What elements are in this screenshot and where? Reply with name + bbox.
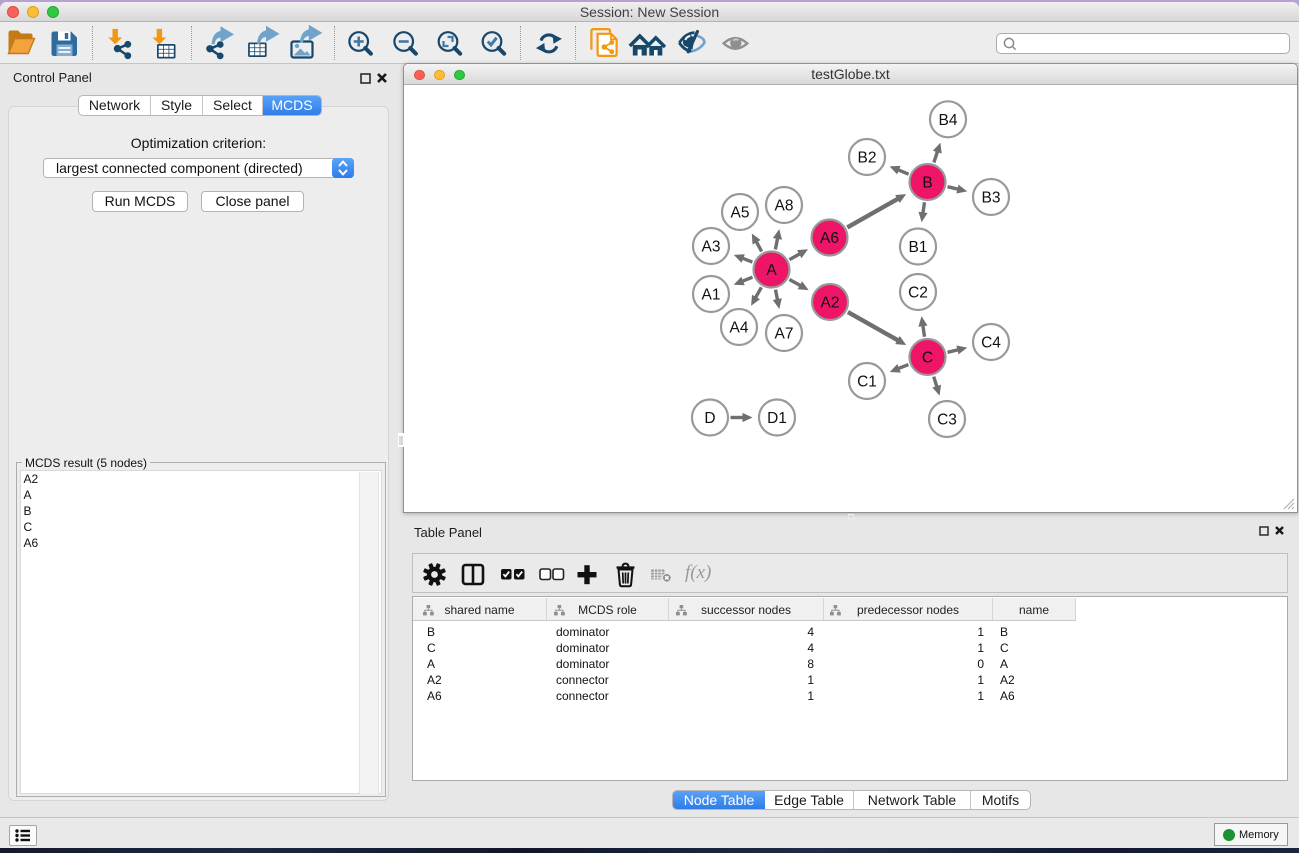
svg-text:C4: C4 [981, 335, 1001, 352]
svg-text:B: B [922, 175, 932, 192]
svg-text:D: D [704, 410, 715, 427]
svg-text:A2: A2 [821, 295, 840, 312]
svg-text:C3: C3 [937, 412, 957, 429]
svg-text:B2: B2 [858, 150, 877, 167]
svg-text:B4: B4 [939, 112, 958, 129]
svg-text:B1: B1 [909, 239, 928, 256]
svg-text:A7: A7 [775, 326, 794, 343]
svg-text:A5: A5 [731, 205, 750, 222]
svg-text:B3: B3 [982, 190, 1001, 207]
svg-text:C2: C2 [908, 285, 928, 302]
svg-text:A3: A3 [702, 239, 721, 256]
svg-text:A6: A6 [820, 230, 839, 247]
svg-text:D1: D1 [767, 410, 787, 427]
svg-text:A8: A8 [775, 198, 794, 215]
svg-text:A1: A1 [702, 287, 721, 304]
svg-text:A4: A4 [730, 320, 749, 337]
svg-text:C1: C1 [857, 374, 877, 391]
svg-text:C: C [922, 350, 933, 367]
svg-text:A: A [766, 262, 777, 279]
